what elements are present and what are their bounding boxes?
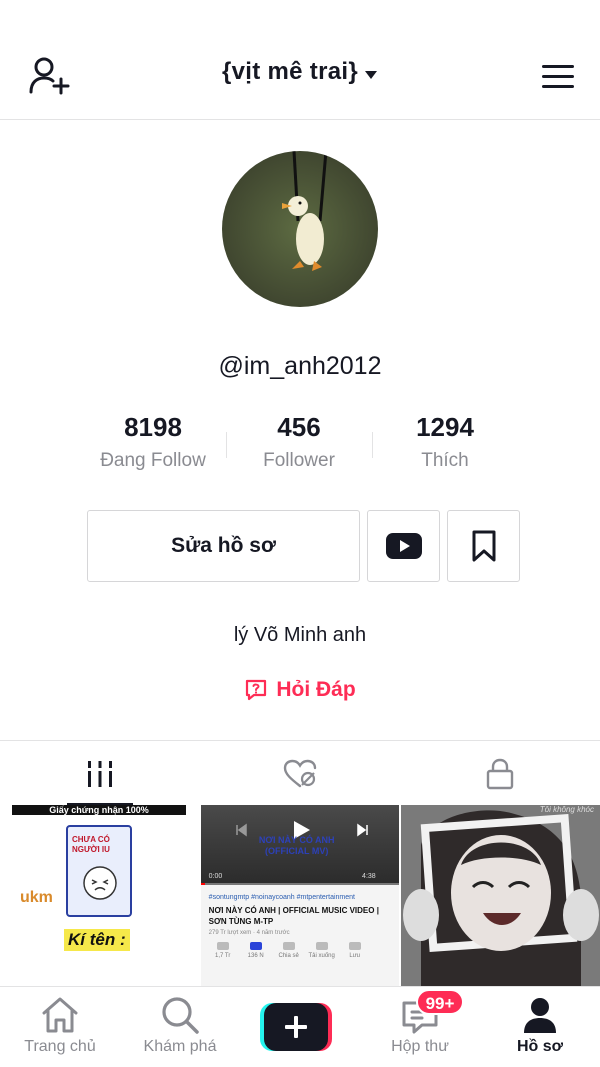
profile-bio: lý Võ Minh anh	[233, 624, 367, 646]
lock-icon	[486, 758, 514, 789]
video-action: Chia sẻ	[275, 942, 303, 959]
nav-discover[interactable]: Khám phá	[120, 987, 240, 1067]
hidden-heart-icon	[283, 759, 317, 787]
stat-divider	[226, 432, 227, 458]
nav-label: Hộp thư	[391, 1038, 449, 1055]
nav-create[interactable]	[240, 987, 360, 1067]
video-overlay-text: NƠI NÀY CÓ ANH (OFFICIAL MV)	[258, 835, 335, 856]
video-tags: #sontungmtp #noinaycoanh #mtpentertainme…	[208, 894, 355, 901]
youtube-button[interactable]	[367, 510, 440, 582]
avatar[interactable]	[222, 151, 378, 307]
thumbnail-caption: Tôi không khóc	[539, 805, 595, 814]
video-thumbnail[interactable]: Giấy chứng nhận 100% CHƯA CÓ NGƯỜI IU uk…	[0, 805, 199, 986]
nav-label: Khám phá	[143, 1038, 217, 1055]
cartoon-face-icon	[83, 866, 117, 900]
edit-profile-button[interactable]: Sửa hồ sơ	[87, 510, 360, 582]
question-bubble-icon	[246, 679, 267, 701]
video-grid: Giấy chứng nhận 100% CHƯA CÓ NGƯỜI IU uk…	[0, 805, 600, 986]
qa-label: Hỏi Đáp	[276, 678, 356, 701]
home-icon	[40, 995, 80, 1035]
stat-label: Thích	[421, 450, 469, 471]
search-icon	[160, 995, 200, 1035]
video-meta: 279 Tr lượt xem · 4 năm trước	[208, 930, 290, 936]
create-plus-icon	[260, 1003, 332, 1051]
stat-label: Follower	[263, 450, 335, 471]
video-action: 1,7 Tr	[209, 942, 237, 959]
username-handle: @im_anh2012	[218, 352, 382, 380]
top-bar: {vịt mê trai}	[0, 0, 600, 120]
notification-badge: 99+	[416, 989, 464, 1015]
page-title: {vịt mê trai}	[222, 58, 358, 85]
nav-home[interactable]: Trang chủ	[0, 987, 120, 1067]
stat-value: 8198	[124, 412, 182, 442]
video-action: 136 N	[242, 942, 270, 959]
account-switcher[interactable]: {vịt mê trai}	[0, 58, 600, 87]
youtube-icon	[385, 533, 422, 559]
tab-private[interactable]	[400, 741, 600, 806]
video-time-end: 4:38	[362, 873, 376, 880]
qa-link[interactable]: Hỏi Đáp	[0, 678, 600, 702]
video-action: Lưu	[341, 942, 369, 959]
video-action: Tải xuống	[308, 942, 336, 959]
nav-label: Trang chủ	[24, 1038, 96, 1055]
grid-icon	[88, 760, 112, 787]
thumbnail-card-text: CHƯA CÓ NGƯỜI IU	[72, 835, 110, 854]
stat-following[interactable]: 8198 Đang Follow	[80, 410, 226, 480]
video-progress	[200, 883, 400, 885]
video-thumbnail[interactable]: Tôi không khóc	[401, 805, 600, 986]
nav-inbox[interactable]: 99+ Hộp thư	[360, 987, 480, 1067]
video-thumbnail[interactable]: NƠI NÀY CÓ ANH (OFFICIAL MV) 0:00 4:38 #…	[200, 805, 400, 986]
thumbnail-text: ukm	[20, 889, 53, 906]
video-action-row: 1,7 Tr 136 N Chia sẻ Tải xuống Lưu	[209, 942, 369, 959]
stat-value: 456	[277, 412, 321, 442]
profile-icon	[520, 995, 560, 1035]
favorites-button[interactable]	[447, 510, 520, 582]
thumbnail-card: CHƯA CÓ NGƯỜI IU	[66, 825, 132, 917]
embedded-video: NƠI NÀY CÓ ANH (OFFICIAL MV) 0:00 4:38	[200, 805, 400, 885]
content-tabs	[0, 740, 600, 806]
nav-label: Hồ sơ	[516, 1038, 564, 1055]
profile-stats: 8198 Đang Follow 456 Follower 1294 Thích	[80, 410, 520, 480]
tab-videos[interactable]	[0, 741, 200, 806]
stat-divider	[372, 432, 373, 458]
tab-liked[interactable]	[200, 741, 400, 806]
hamburger-menu-icon[interactable]	[540, 62, 576, 92]
video-info: #sontungmtp #noinaycoanh #mtpentertainme…	[209, 893, 395, 959]
nav-profile[interactable]: Hồ sơ	[480, 987, 600, 1067]
thumbnail-banner: Giấy chứng nhận 100%	[12, 805, 186, 815]
anime-girl-image	[401, 805, 600, 986]
stat-label: Đang Follow	[100, 450, 206, 471]
stat-value: 1294	[416, 412, 474, 442]
video-title: NƠI NÀY CÓ ANH | OFFICIAL MUSIC VIDEO | …	[208, 906, 379, 926]
bottom-navigation: Trang chủ Khám phá 99+ Hộp thư Hồ sơ	[0, 986, 600, 1067]
chevron-down-icon	[364, 59, 378, 87]
stat-likes[interactable]: 1294 Thích	[372, 410, 518, 480]
thumbnail-text: Kí tên :	[64, 929, 130, 951]
bookmark-icon	[472, 530, 495, 562]
video-time-start: 0:00	[208, 873, 223, 880]
stat-followers[interactable]: 456 Follower	[226, 410, 372, 480]
